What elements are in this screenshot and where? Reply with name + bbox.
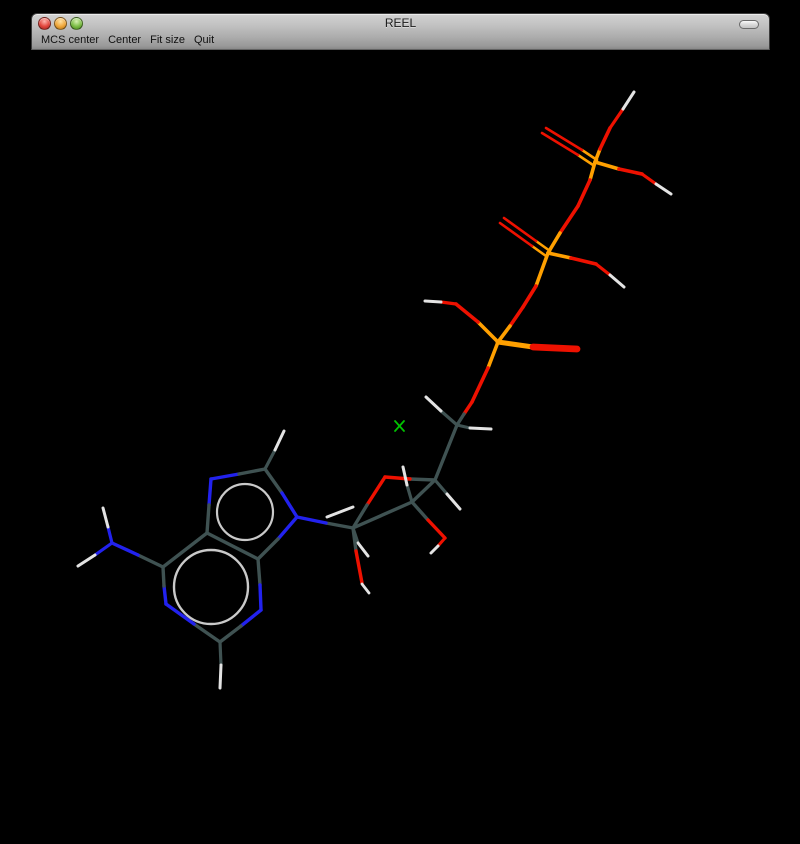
menu-item-quit[interactable]: Quit xyxy=(194,34,214,46)
molecule-canvas[interactable] xyxy=(0,0,800,844)
menu-item-center[interactable]: Center xyxy=(108,34,141,46)
screen: REEL MCS center Center Fit size Quit xyxy=(0,0,800,844)
window-title: REEL xyxy=(32,16,769,30)
toolbar-toggle-button[interactable] xyxy=(739,20,759,29)
molecule-bonds xyxy=(78,92,671,688)
center-marker-icon xyxy=(395,421,404,431)
menu-item-fit-size[interactable]: Fit size xyxy=(150,34,185,46)
menu-item-mcs-center[interactable]: MCS center xyxy=(41,34,99,46)
title-row: REEL xyxy=(32,14,769,33)
window-titlebar: REEL MCS center Center Fit size Quit xyxy=(31,13,770,50)
aromatic-ring-circles xyxy=(174,484,273,624)
menubar: MCS center Center Fit size Quit xyxy=(41,34,214,46)
